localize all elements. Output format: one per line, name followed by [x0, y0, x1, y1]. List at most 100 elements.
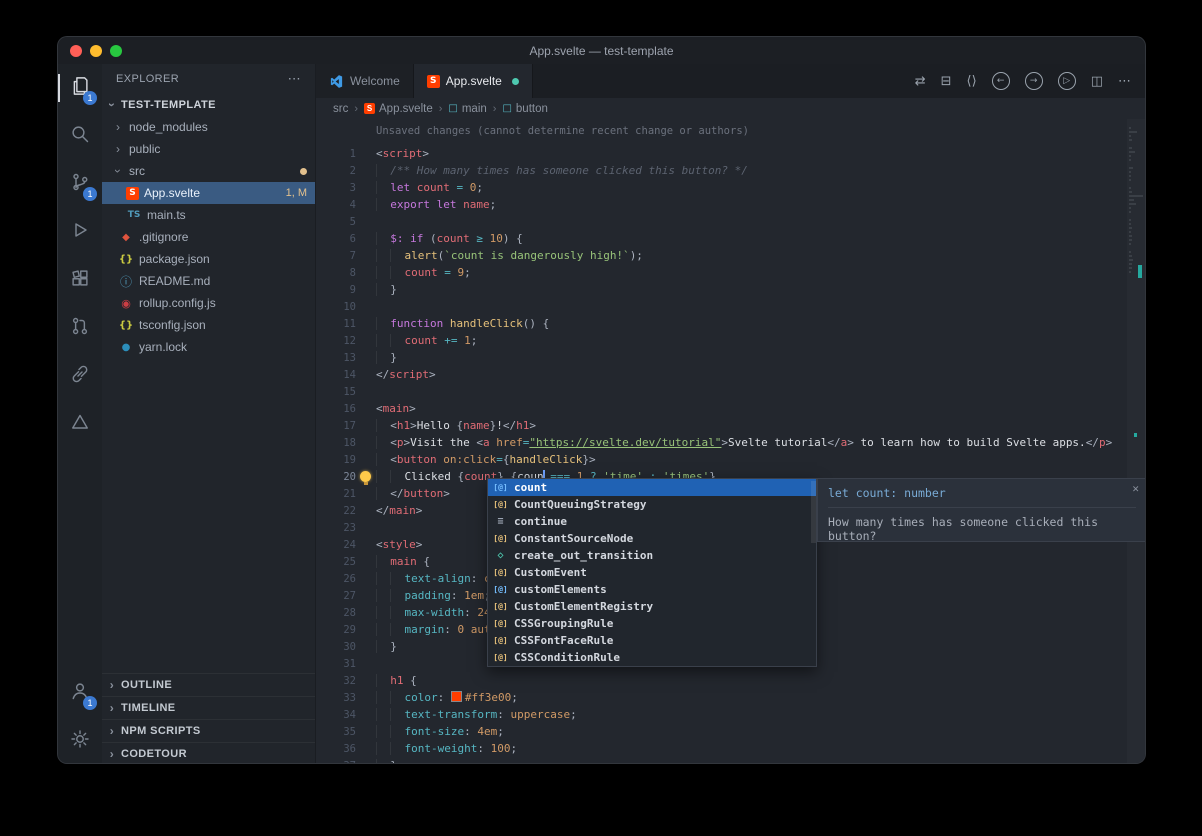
search-icon: [70, 124, 90, 149]
suggestion-label: count: [514, 481, 547, 494]
minimap-marker: [1134, 433, 1137, 437]
close-window-button[interactable]: [70, 45, 82, 57]
code-line[interactable]: 10: [316, 298, 1127, 315]
explorer-more-actions-icon[interactable]: ⋯: [288, 71, 301, 87]
breadcrumb-item-app-svelte[interactable]: SApp.svelte: [364, 103, 433, 115]
lightbulb-icon[interactable]: [360, 471, 371, 482]
codelens-message[interactable]: Unsaved changes (cannot determine recent…: [376, 125, 749, 137]
line-number: 27: [316, 590, 356, 602]
suggestion-cssconditionrule[interactable]: [@]CSSConditionRule: [488, 649, 816, 666]
line-number: 7: [316, 250, 356, 262]
code-line[interactable]: 11 function handleClick() {: [316, 315, 1127, 332]
suggestion-create-out-transition[interactable]: ◇create_out_transition: [488, 547, 816, 564]
code-line[interactable]: 5: [316, 213, 1127, 230]
minimize-window-button[interactable]: [90, 45, 102, 57]
suggestion-countqueuingstrategy[interactable]: [@]CountQueuingStrategy: [488, 496, 816, 513]
code-line[interactable]: 6 $: if (count ≥ 10) {: [316, 230, 1127, 247]
code-line[interactable]: 36 font-weight: 100;: [316, 740, 1127, 757]
activity-source-control[interactable]: 1: [58, 160, 102, 208]
minimap-line: [1129, 151, 1135, 153]
close-icon[interactable]: ✕: [1132, 482, 1139, 495]
activity-search[interactable]: [58, 112, 102, 160]
tree-file-app-svelte[interactable]: SApp.svelte1, M: [102, 182, 315, 204]
tree-file-tsconfig-json[interactable]: {}tsconfig.json: [102, 314, 315, 336]
tree-file-readme-md[interactable]: ⓘREADME.md: [102, 270, 315, 292]
zoom-window-button[interactable]: [110, 45, 122, 57]
activity-run-and-debug[interactable]: [58, 208, 102, 256]
suggestion-count[interactable]: [@]count: [488, 479, 816, 496]
title-bar[interactable]: App.svelte — test-template: [58, 37, 1145, 64]
code-line[interactable]: 37 }: [316, 757, 1127, 764]
split-editor-icon[interactable]: ◫: [1091, 74, 1103, 89]
tree-file-yarn-lock[interactable]: ●yarn.lock: [102, 336, 315, 358]
code-line[interactable]: 33 color: #ff3e00;: [316, 689, 1127, 706]
code-line[interactable]: 15: [316, 383, 1127, 400]
tree-folder-src[interactable]: ›src: [102, 160, 315, 182]
minimap[interactable]: [1127, 119, 1145, 764]
code-line[interactable]: 9 }: [316, 281, 1127, 298]
code-line[interactable]: 4 export let name;: [316, 196, 1127, 213]
suggestion-label: customElements: [514, 583, 607, 596]
code-line[interactable]: 34 text-transform: uppercase;: [316, 706, 1127, 723]
code-line[interactable]: 14</script>: [316, 366, 1127, 383]
code-line[interactable]: 32 h1 {: [316, 672, 1127, 689]
svelte-file-icon: S: [427, 75, 440, 88]
tree-folder-node-modules[interactable]: ›node_modules: [102, 116, 315, 138]
code-line[interactable]: 1<script>: [316, 145, 1127, 162]
code-line[interactable]: 3 let count = 0;: [316, 179, 1127, 196]
code-line[interactable]: 18 <p>Visit the <a href="https://svelte.…: [316, 434, 1127, 451]
tree-file-main-ts[interactable]: TSmain.ts: [102, 204, 315, 226]
open-changes-icon[interactable]: ⊟: [941, 74, 952, 89]
suggestion-continue[interactable]: ≡continue: [488, 513, 816, 530]
suggestion-cssgroupingrule[interactable]: [@]CSSGroupingRule: [488, 615, 816, 632]
minimap-line: [1129, 227, 1132, 229]
code-line[interactable]: 8 count = 9;: [316, 264, 1127, 281]
run-file-icon[interactable]: ▷: [1058, 72, 1076, 90]
activity-codetour[interactable]: [58, 400, 102, 448]
chevron-right-icon: ›: [106, 701, 118, 715]
suggestion-label: CustomElementRegistry: [514, 600, 653, 613]
tree-file-rollup-config-js[interactable]: ◉rollup.config.js: [102, 292, 315, 314]
workspace-section-header[interactable]: › TEST-TEMPLATE: [102, 94, 315, 116]
sidebar-section-outline[interactable]: ›OUTLINE: [102, 673, 315, 696]
navigate-back-icon[interactable]: ←: [992, 72, 1010, 90]
open-preview-icon[interactable]: ⟨⟩: [967, 74, 977, 89]
activity-accounts[interactable]: 1: [58, 669, 102, 717]
suggestion-constantsourcenode[interactable]: [@]ConstantSourceNode: [488, 530, 816, 547]
code-line[interactable]: 19 <button on:click={handleClick}>: [316, 451, 1127, 468]
breadcrumb-item-button[interactable]: □button: [502, 103, 547, 115]
breadcrumb-item-src[interactable]: src: [333, 103, 348, 115]
autocomplete-scrollbar[interactable]: [811, 481, 816, 543]
sidebar-section-timeline[interactable]: ›TIMELINE: [102, 696, 315, 719]
code-line-content: <p>Visit the <a href="https://svelte.dev…: [356, 436, 1112, 449]
activity-github-pull-requests[interactable]: [58, 304, 102, 352]
activity-remote-explorer[interactable]: [58, 352, 102, 400]
code-line[interactable]: 17 <h1>Hello {name}!</h1>: [316, 417, 1127, 434]
tree-file-package-json[interactable]: {}package.json: [102, 248, 315, 270]
tab-app-svelte[interactable]: SApp.svelte: [414, 64, 533, 98]
breadcrumb-item-main[interactable]: □main: [448, 103, 486, 115]
code-line[interactable]: 12 count += 1;: [316, 332, 1127, 349]
suggestion-cssfontfacerule[interactable]: [@]CSSFontFaceRule: [488, 632, 816, 649]
code-line[interactable]: 35 font-size: 4em;: [316, 723, 1127, 740]
code-line[interactable]: 16<main>: [316, 400, 1127, 417]
code-line[interactable]: 13 }: [316, 349, 1127, 366]
tree-file--gitignore[interactable]: ◆.gitignore: [102, 226, 315, 248]
code-line[interactable]: 2 /** How many times has someone clicked…: [316, 162, 1127, 179]
navigate-forward-icon[interactable]: →: [1025, 72, 1043, 90]
code-line[interactable]: 7 alert(`count is dangerously high!`);: [316, 247, 1127, 264]
tree-folder-public[interactable]: ›public: [102, 138, 315, 160]
sidebar-section-npm-scripts[interactable]: ›NPM SCRIPTS: [102, 719, 315, 742]
file-tree: ›node_modules›public›srcSApp.svelte1, MT…: [102, 116, 315, 358]
suggestion-customelements[interactable]: [@]customElements: [488, 581, 816, 598]
activity-explorer[interactable]: 1: [58, 64, 102, 112]
sidebar-section-codetour[interactable]: ›CODETOUR: [102, 742, 315, 764]
suggestion-customelementregistry[interactable]: [@]CustomElementRegistry: [488, 598, 816, 615]
suggestion-customevent[interactable]: [@]CustomEvent: [488, 564, 816, 581]
activity-extensions[interactable]: [58, 256, 102, 304]
code-editor[interactable]: Unsaved changes (cannot determine recent…: [316, 119, 1145, 764]
tab-welcome[interactable]: Welcome: [316, 64, 414, 98]
activity-settings[interactable]: [58, 717, 102, 764]
more-actions-icon[interactable]: ⋯: [1118, 74, 1131, 89]
source-control-actions-icon[interactable]: ⇄: [915, 74, 926, 89]
